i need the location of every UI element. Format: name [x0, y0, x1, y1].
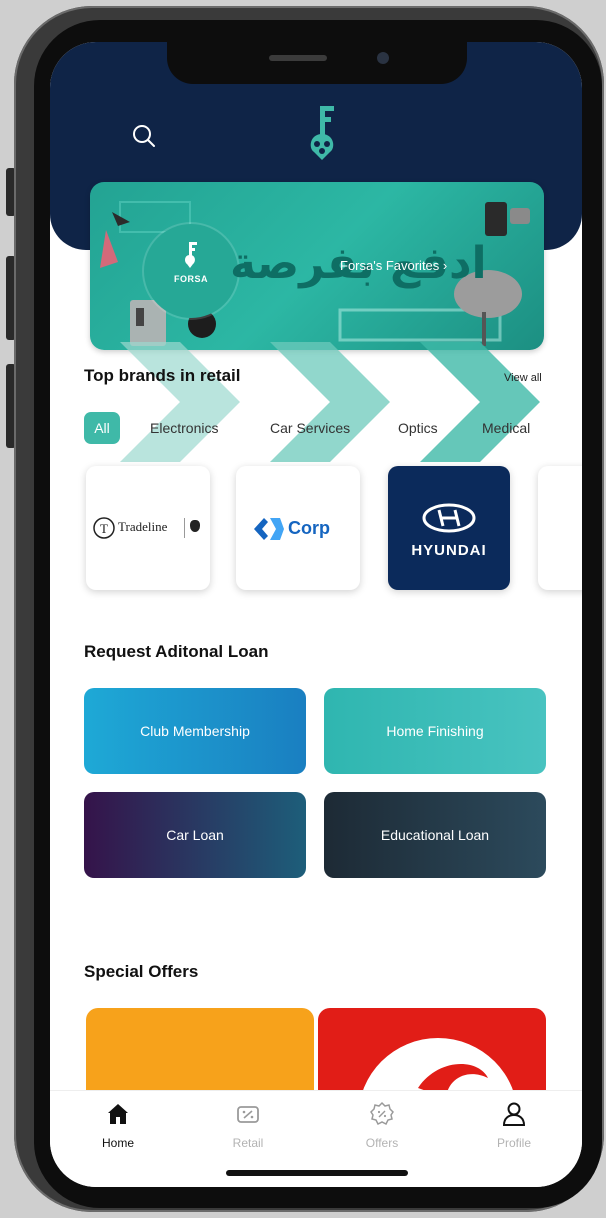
retail-tag-icon: [237, 1106, 259, 1123]
home-finishing-button[interactable]: Home Finishing: [324, 688, 546, 774]
offers-badge-icon: [370, 1101, 394, 1126]
search-icon[interactable]: [128, 120, 162, 154]
car-loan-button[interactable]: Car Loan: [84, 792, 306, 878]
forsa-brand-text: FORSA: [174, 274, 208, 284]
nav-offers[interactable]: Offers: [342, 1101, 422, 1150]
favorites-link[interactable]: Forsa's Favorites ›: [340, 258, 447, 273]
apple-reseller-icon: [184, 518, 185, 538]
nav-home[interactable]: Home: [78, 1101, 158, 1150]
hyundai-name: HYUNDAI: [411, 542, 487, 559]
apple-icon: [190, 520, 200, 532]
club-membership-button[interactable]: Club Membership: [84, 688, 306, 774]
corp-name: Corp: [288, 518, 330, 538]
corp-logo: Corp: [254, 516, 350, 542]
corp-mark-icon: [254, 518, 284, 540]
app-screen: FORSA ادفع بفرصة Forsa's Favorites › Top…: [50, 42, 582, 1187]
brand-card-hyundai[interactable]: HYUNDAI: [388, 466, 510, 590]
loans-title: Request Aditonal Loan: [84, 642, 269, 661]
filter-chip-optics[interactable]: Optics: [398, 412, 438, 444]
nav-retail-label: Retail: [232, 1136, 264, 1150]
forsa-key-logo: [302, 104, 342, 164]
brand-card-partial[interactable]: [538, 466, 582, 590]
brand-card-tradeline[interactable]: T Tradeline: [86, 466, 210, 590]
educational-loan-button[interactable]: Educational Loan: [324, 792, 546, 878]
tradeline-t-icon: T: [93, 517, 115, 539]
home-icon: [108, 1104, 128, 1124]
brand-card-corp[interactable]: Corp: [236, 466, 360, 590]
filter-chip-medical[interactable]: Medical: [482, 412, 530, 444]
profile-icon: [502, 1102, 526, 1126]
top-brands-title: Top brands in retail: [84, 366, 241, 385]
forsa-key-icon: [182, 242, 200, 268]
nav-profile-label: Profile: [496, 1136, 531, 1150]
hyundai-logo-icon: [422, 503, 476, 533]
view-all-link[interactable]: View all: [504, 372, 542, 384]
tradeline-logo: T Tradeline: [92, 514, 204, 542]
chevron-right-icon: ›: [442, 258, 448, 273]
nav-offers-label: Offers: [365, 1136, 399, 1150]
nav-profile[interactable]: Profile: [474, 1101, 554, 1150]
promo-banner[interactable]: FORSA ادفع بفرصة Forsa's Favorites ›: [90, 182, 544, 350]
forsa-badge: FORSA: [144, 224, 238, 318]
special-offers-title: Special Offers: [84, 962, 199, 981]
favorites-link-label: Forsa's Favorites: [340, 258, 440, 273]
nav-home-label: Home: [101, 1136, 134, 1150]
tradeline-name: Tradeline: [118, 519, 168, 534]
filter-chip-all[interactable]: All: [84, 412, 120, 444]
speaker-grille: [269, 55, 327, 61]
nav-retail[interactable]: Retail: [208, 1101, 288, 1150]
camera-notch: [167, 42, 467, 84]
svg-text:T: T: [100, 521, 108, 536]
filter-chip-electronics[interactable]: Electronics: [150, 412, 218, 444]
front-camera: [377, 52, 389, 64]
filter-chip-car-services[interactable]: Car Services: [270, 412, 350, 444]
home-indicator[interactable]: [226, 1170, 408, 1176]
